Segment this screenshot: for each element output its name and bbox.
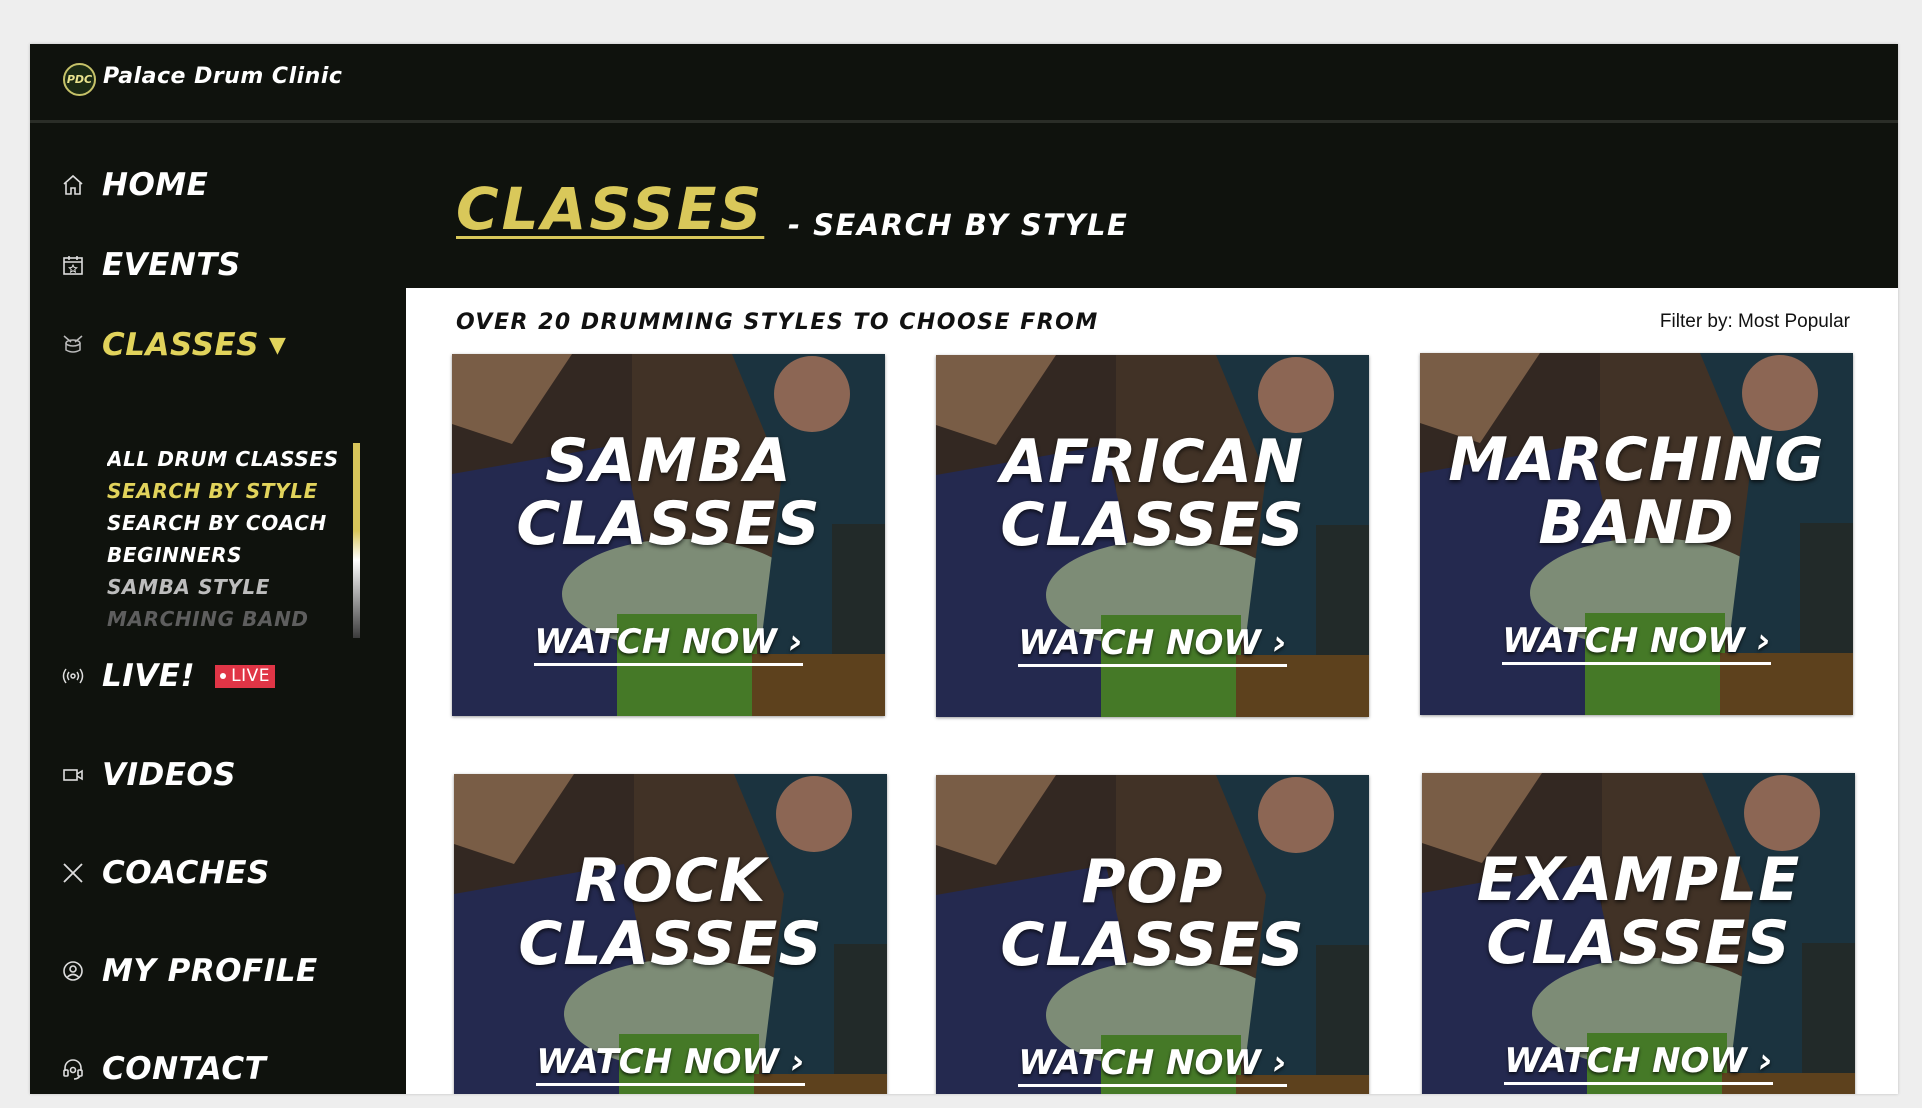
card-title: POP CLASSES <box>936 851 1369 977</box>
drum-icon <box>60 332 86 358</box>
card-title-line1: POP <box>1081 847 1224 917</box>
watch-now-label[interactable]: WATCH NOW › <box>536 1042 805 1086</box>
card-title-line2: CLASSES <box>518 909 823 979</box>
card-title: EXAMPLE CLASSES <box>1422 849 1855 975</box>
home-icon <box>60 172 86 198</box>
nav-item-videos[interactable]: VIDEOS <box>60 753 236 797</box>
card-title: SAMBA CLASSES <box>452 430 885 556</box>
content-heading: OVER 20 DRUMMING STYLES TO CHOOSE FROM <box>456 310 1099 335</box>
class-card-pop[interactable]: POP CLASSES WATCH NOW › <box>936 775 1369 1094</box>
nav-item-contact[interactable]: CONTACT <box>60 1047 266 1091</box>
watch-now-link[interactable]: WATCH NOW › <box>1422 1041 1855 1085</box>
nav-label-contact: CONTACT <box>102 1051 267 1087</box>
nav-item-coaches[interactable]: COACHES <box>60 851 270 895</box>
watch-now-link[interactable]: WATCH NOW › <box>936 623 1369 667</box>
main-content: OVER 20 DRUMMING STYLES TO CHOOSE FROM F… <box>406 288 1898 1094</box>
top-bar: PDC Palace Drum Clinic <box>30 44 1898 123</box>
card-title-line1: EXAMPLE <box>1476 845 1801 915</box>
card-title-line2: BAND <box>1538 488 1735 558</box>
watch-now-label[interactable]: WATCH NOW › <box>534 622 803 666</box>
class-card-african[interactable]: AFRICAN CLASSES WATCH NOW › <box>936 355 1369 717</box>
class-card-samba[interactable]: SAMBA CLASSES WATCH NOW › <box>452 354 885 716</box>
card-title-line2: CLASSES <box>1000 910 1305 980</box>
nav-item-my-profile[interactable]: MY PROFILE <box>60 949 318 993</box>
watch-now-link[interactable]: WATCH NOW › <box>936 1043 1369 1087</box>
watch-now-link[interactable]: WATCH NOW › <box>452 622 885 666</box>
filter-dropdown[interactable]: Filter by: Most Popular <box>1660 311 1850 333</box>
page-title[interactable]: CLASSES <box>456 175 764 243</box>
nav-item-events[interactable]: EVENTS <box>60 243 241 287</box>
chevron-down-icon[interactable]: ▼ <box>269 333 286 358</box>
brand-name[interactable]: Palace Drum Clinic <box>103 64 342 89</box>
card-title: AFRICAN CLASSES <box>936 431 1369 557</box>
live-dot-icon <box>220 673 227 679</box>
user-circle-icon <box>60 958 86 984</box>
card-title-line1: SAMBA <box>545 426 792 496</box>
brand-logo[interactable]: PDC <box>63 63 96 96</box>
nav-label-my-profile: MY PROFILE <box>102 953 318 989</box>
card-title: ROCK CLASSES <box>454 850 887 976</box>
nav-item-classes[interactable]: CLASSES ▼ <box>60 323 286 367</box>
submenu-scrollbar[interactable] <box>353 443 360 638</box>
nav-label-coaches: COACHES <box>102 855 270 891</box>
watch-now-label[interactable]: WATCH NOW › <box>1018 1043 1287 1087</box>
nav-label-home: HOME <box>102 167 209 203</box>
nav-item-home[interactable]: HOME <box>60 163 208 207</box>
card-title-line2: CLASSES <box>1000 490 1305 560</box>
watch-now-link[interactable]: WATCH NOW › <box>454 1042 887 1086</box>
page-subtitle: - SEARCH BY STYLE <box>788 208 1129 242</box>
live-badge-label: LIVE <box>231 666 270 686</box>
video-icon <box>60 762 86 788</box>
nav-label-classes: CLASSES <box>102 327 260 363</box>
class-card-example[interactable]: EXAMPLE CLASSES WATCH NOW › <box>1422 773 1855 1094</box>
headset-icon <box>60 1056 86 1082</box>
watch-now-link[interactable]: WATCH NOW › <box>1420 621 1853 665</box>
card-title: MARCHING BAND <box>1420 429 1853 555</box>
broadcast-icon <box>60 663 86 689</box>
app-window: PDC Palace Drum Clinic HOME EVENTS CLASS… <box>30 44 1898 1094</box>
nav-item-live[interactable]: LIVE! LIVE <box>60 654 275 698</box>
nav-label-events: EVENTS <box>102 247 241 283</box>
watch-now-label[interactable]: WATCH NOW › <box>1504 1041 1773 1085</box>
nav-label-live: LIVE! <box>102 658 196 694</box>
card-title-line1: ROCK <box>574 846 767 916</box>
class-card-marching-band[interactable]: MARCHING BAND WATCH NOW › <box>1420 353 1853 715</box>
card-title-line1: MARCHING <box>1448 425 1825 495</box>
sidebar: HOME EVENTS CLASSES ▼ ALL DRUM CLASSES S… <box>30 123 406 1094</box>
drumsticks-icon <box>60 860 86 886</box>
watch-now-label[interactable]: WATCH NOW › <box>1502 621 1771 665</box>
nav-label-videos: VIDEOS <box>102 757 237 793</box>
calendar-icon <box>60 252 86 278</box>
page-header: CLASSES - SEARCH BY STYLE <box>406 123 1898 288</box>
watch-now-label[interactable]: WATCH NOW › <box>1018 623 1287 667</box>
card-title-line1: AFRICAN <box>1000 427 1305 497</box>
class-card-rock[interactable]: ROCK CLASSES WATCH NOW › <box>454 774 887 1094</box>
live-badge: LIVE <box>215 664 275 688</box>
card-title-line2: CLASSES <box>516 489 821 559</box>
card-title-line2: CLASSES <box>1486 908 1791 978</box>
